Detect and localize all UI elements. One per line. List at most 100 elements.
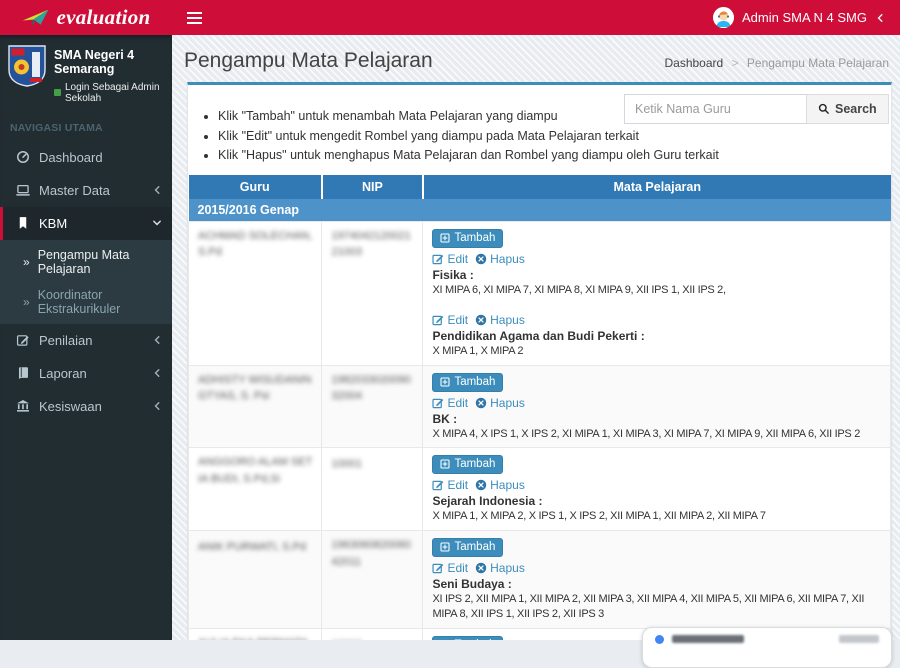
sidebar-item-label: Master Data: [39, 183, 110, 198]
double-angle-right-icon: »: [23, 296, 30, 308]
edit-link[interactable]: Edit: [432, 561, 468, 575]
user-menu[interactable]: Admin SMA N 4 SMG: [713, 0, 900, 35]
chevron-left-icon: [152, 368, 162, 378]
sidebar-item-label: Kesiswaan: [39, 399, 102, 414]
subject-classes: X MIPA 1, X MIPA 2, X IPS 1, X IPS 2, XI…: [432, 509, 881, 524]
sidebar-subitem-label: Koordinator Ekstrakurikuler: [38, 288, 164, 316]
column-header-mapel: Mata Pelajaran: [423, 175, 891, 199]
column-header-guru: Guru: [189, 175, 322, 199]
page-title: Pengampu Mata Pelajaran: [184, 49, 433, 73]
sidebar-item-master-data[interactable]: Master Data: [0, 174, 172, 207]
table-row: ANGGORO ALAM SETIA BUDI, S.Pd,Si 10001 T…: [189, 448, 891, 531]
plus-square-icon: [440, 233, 450, 243]
popup-secondary-smudge: [839, 635, 879, 643]
tambah-button[interactable]: Tambah: [432, 229, 503, 248]
period-section-row: 2015/2016 Genap: [189, 199, 891, 222]
chevron-left-icon: [152, 185, 162, 195]
hapus-link[interactable]: Hapus: [475, 561, 525, 575]
instruction-item: Klik "Hapus" untuk menghapus Mata Pelaja…: [218, 148, 878, 164]
sidebar-item-laporan[interactable]: Laporan: [0, 357, 172, 390]
times-circle-icon: [475, 314, 487, 326]
search-button[interactable]: Search: [806, 94, 889, 124]
table-row: ADHISTY WISUDANINGTYAS, S. Psi 198203302…: [189, 365, 891, 448]
guru-name: ANGGORO ALAM SETIA BUDI, S.Pd,Si: [198, 454, 312, 487]
subject-classes: X MIPA 4, X IPS 1, X IPS 2, XI MIPA 1, X…: [432, 427, 881, 442]
subject-name: BK :: [432, 412, 881, 426]
table-body: ACHMAD SOLECHAN, S.Pd 197404212002121003…: [189, 221, 891, 640]
bank-icon: [15, 399, 30, 414]
edit-link[interactable]: Edit: [432, 396, 468, 410]
tambah-button[interactable]: Tambah: [432, 373, 503, 392]
content-box: Search Klik "Tambah" untuk menambah Mata…: [187, 82, 892, 640]
guru-nip: 10001: [331, 456, 362, 473]
paper-plane-icon: [21, 8, 51, 28]
column-header-nip: NIP: [322, 175, 423, 199]
popup-text-smudge: [672, 635, 744, 643]
school-name: SMA Negeri 4 Semarang: [54, 48, 164, 77]
hapus-link[interactable]: Hapus: [475, 252, 525, 266]
table-row: ACHMAD SOLECHAN, S.Pd 197404212002121003…: [189, 221, 891, 365]
double-angle-right-icon: »: [23, 256, 30, 268]
sidebar-submenu: » Pengampu Mata Pelajaran » Koordinator …: [0, 240, 172, 324]
plus-square-icon: [440, 377, 450, 387]
sidebar-item-label: Penilaian: [39, 333, 93, 348]
sidebar: SMA Negeri 4 Semarang Login Sebagai Admi…: [0, 35, 172, 640]
gauge-icon: [15, 150, 30, 165]
subject-block: Edit Hapus Sejarah Indonesia : X MIPA 1,…: [432, 478, 881, 524]
search-input[interactable]: [624, 94, 806, 124]
edit-icon: [432, 314, 444, 326]
guru-name: ACHMAD SOLECHAN, S.Pd: [198, 228, 312, 261]
nav-section-header: NAVIGASI UTAMA: [0, 113, 172, 141]
login-status: Login Sebagai Admin Sekolah: [54, 82, 164, 104]
plus-square-icon: [440, 459, 450, 469]
app-logo[interactable]: evaluation: [0, 0, 172, 35]
sidebar-item-label: KBM: [39, 216, 67, 231]
sidebar-item-penilaian[interactable]: Penilaian: [0, 324, 172, 357]
sidebar-toggle-button[interactable]: [172, 0, 216, 35]
guru-name: AULIA EKA PERMATAWUN, S.Pd: [198, 635, 312, 640]
hapus-link[interactable]: Hapus: [475, 478, 525, 492]
subject-block: Edit Hapus BK : X MIPA 4, X IPS 1, X IPS…: [432, 396, 881, 442]
sidebar-item-dashboard[interactable]: Dashboard: [0, 141, 172, 174]
times-circle-icon: [475, 253, 487, 265]
bottom-popup[interactable]: [642, 627, 892, 668]
times-circle-icon: [475, 562, 487, 574]
edit-link[interactable]: Edit: [432, 313, 468, 327]
times-circle-icon: [475, 479, 487, 491]
period-label: 2015/2016 Genap: [189, 199, 891, 222]
sidebar-subitem-label: Pengampu Mata Pelajaran: [38, 248, 164, 276]
chevron-left-icon: [152, 401, 162, 411]
guru-nip: 198203302009032004: [331, 372, 413, 405]
sidebar-item-label: Laporan: [39, 366, 87, 381]
subject-classes: XI MIPA 6, XI MIPA 7, XI MIPA 8, XI MIPA…: [432, 283, 881, 298]
edit-link[interactable]: Edit: [432, 252, 468, 266]
status-green-icon: [54, 89, 61, 96]
tambah-button[interactable]: Tambah: [432, 455, 503, 474]
edit-link[interactable]: Edit: [432, 478, 468, 492]
edit-icon: [432, 562, 444, 574]
hapus-link[interactable]: Hapus: [475, 396, 525, 410]
subject-block: Edit Hapus Seni Budaya : XI IPS 2, XII M…: [432, 561, 881, 622]
breadcrumb-current: Pengampu Mata Pelajaran: [747, 56, 889, 70]
sidebar-subitem-koordinator-ekstrakurikuler[interactable]: » Koordinator Ekstrakurikuler: [0, 282, 172, 322]
tambah-button[interactable]: Tambah: [432, 636, 503, 640]
laptop-icon: [15, 183, 30, 198]
subject-name: Seni Budaya :: [432, 577, 881, 591]
subject-classes: X MIPA 1, X MIPA 2: [432, 344, 881, 359]
sidebar-subitem-pengampu-mata-pelajaran[interactable]: » Pengampu Mata Pelajaran: [0, 242, 172, 282]
tambah-button[interactable]: Tambah: [432, 538, 503, 557]
breadcrumb-dashboard-link[interactable]: Dashboard: [664, 56, 723, 70]
sidebar-item-kbm[interactable]: KBM: [0, 207, 172, 240]
plus-square-icon: [440, 542, 450, 552]
avatar: [713, 7, 734, 28]
edit-icon: [432, 397, 444, 409]
sidebar-item-label: Dashboard: [39, 150, 103, 165]
breadcrumb: Dashboard > Pengampu Mata Pelajaran: [664, 56, 889, 70]
subject-classes: XI IPS 2, XII MIPA 1, XII MIPA 2, XII MI…: [432, 592, 881, 622]
guru-nip: 197404212002121003: [331, 228, 413, 261]
guru-nip: 196306082006042011: [331, 537, 413, 570]
sidebar-nav: Dashboard Master Data KBM » Pengampu Mat…: [0, 141, 172, 423]
hapus-link[interactable]: Hapus: [475, 313, 525, 327]
sidebar-item-kesiswaan[interactable]: Kesiswaan: [0, 390, 172, 423]
topbar: evaluation Admin SMA N 4 SMG: [0, 0, 900, 35]
